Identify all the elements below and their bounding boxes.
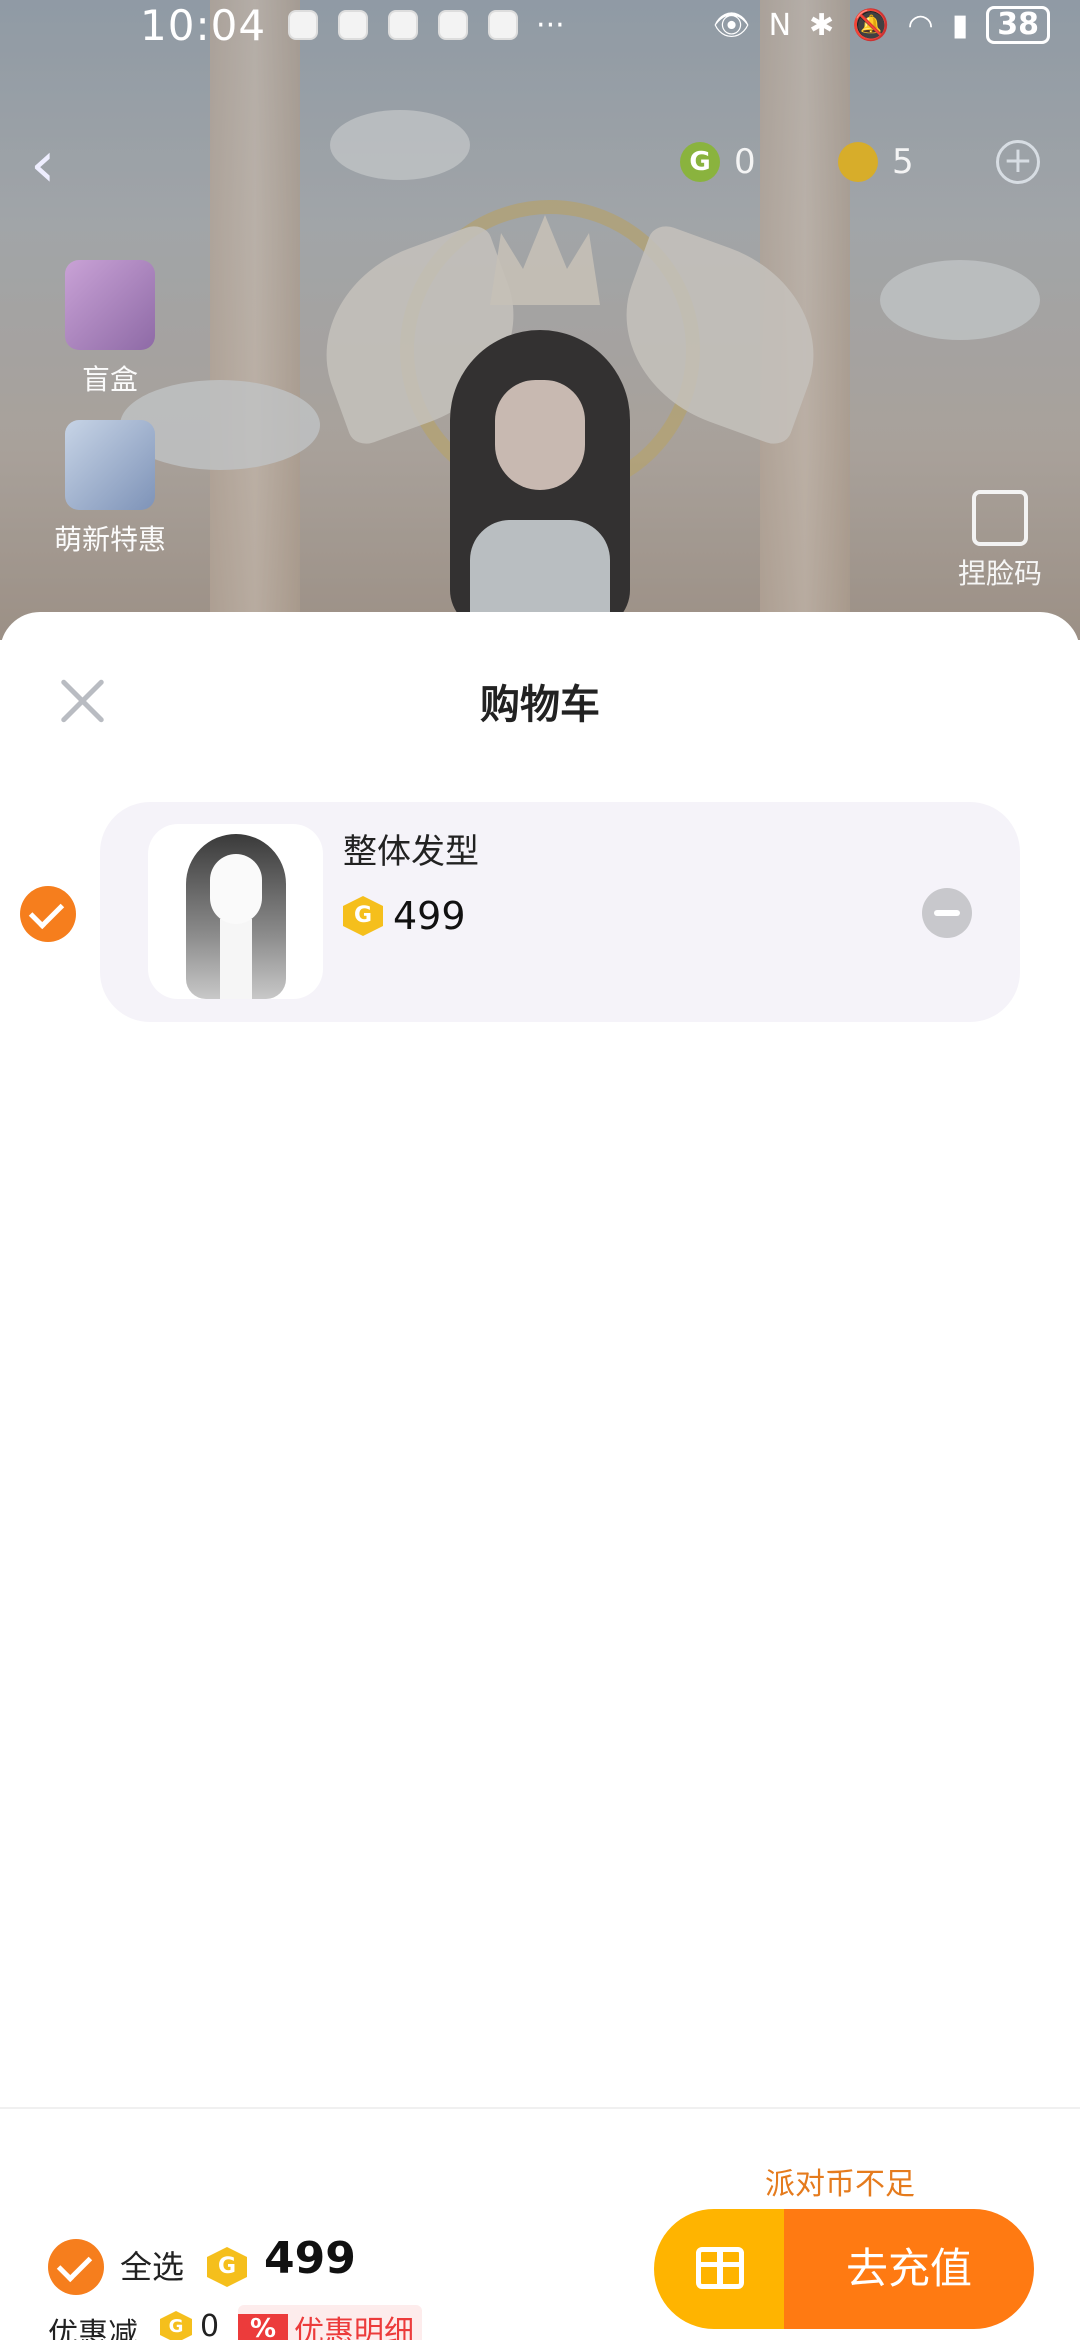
app-notification-icon bbox=[438, 10, 469, 40]
item-price-value: 499 bbox=[393, 894, 466, 938]
cart-item[interactable]: 整体发型 499 bbox=[100, 802, 1020, 1022]
app-notification-icon bbox=[488, 10, 519, 40]
green-coin-value: 0 bbox=[734, 142, 756, 182]
notification-icons bbox=[288, 10, 519, 40]
eye-icon: 👁 bbox=[712, 7, 751, 43]
recharge-button[interactable]: 去充值 bbox=[654, 2209, 1034, 2329]
select-all-label[interactable]: 全选 bbox=[120, 2239, 184, 2295]
app-notification-icon bbox=[288, 10, 319, 40]
remove-item-button[interactable] bbox=[922, 888, 972, 938]
blind-box-entry[interactable]: 盲盒 bbox=[50, 260, 170, 398]
status-bar: 10:04 ··· 👁 N ✱ 🔕 ◠ ▮ 38 bbox=[0, 0, 1080, 50]
cart-sheet: 购物车 整体发型 499 派对币不足 全选 499 优惠减 0 % 优惠明细 bbox=[0, 612, 1080, 2340]
face-code-label: 捏脸码 bbox=[957, 557, 1042, 590]
insufficient-coins-notice: 派对币不足 bbox=[765, 2167, 915, 2202]
currency-bar: G 0 5 + bbox=[680, 140, 1040, 184]
checkout-bar: 派对币不足 全选 499 优惠减 0 % 优惠明细 去充值 bbox=[0, 2107, 1080, 2340]
edit-icon bbox=[972, 490, 1028, 546]
percent-icon: % bbox=[238, 2314, 288, 2340]
recharge-label[interactable]: 去充值 bbox=[784, 2209, 1034, 2329]
item-name: 整体发型 bbox=[343, 832, 479, 872]
newbie-offer-entry[interactable]: 萌新特惠 bbox=[50, 420, 170, 558]
discount-detail-link[interactable]: % 优惠明细 bbox=[238, 2305, 422, 2340]
back-button[interactable]: ‹ bbox=[30, 130, 80, 200]
mute-icon: 🔕 bbox=[852, 7, 890, 43]
item-thumbnail bbox=[148, 824, 323, 999]
discount-label: 优惠减 bbox=[48, 2317, 138, 2340]
more-notifications-icon: ··· bbox=[536, 7, 565, 43]
total-price: 499 bbox=[264, 2233, 356, 2284]
bluetooth-icon: ✱ bbox=[809, 7, 835, 43]
newbie-offer-label: 萌新特惠 bbox=[53, 523, 166, 556]
gift-box-icon bbox=[65, 260, 155, 350]
face-code-entry[interactable]: 捏脸码 bbox=[950, 490, 1050, 592]
gift-icon bbox=[696, 2247, 744, 2289]
nfc-icon: N bbox=[768, 7, 792, 43]
add-currency-button[interactable]: + bbox=[996, 140, 1040, 184]
signal-icon: ▮ bbox=[951, 7, 969, 43]
discount-detail-label: 优惠明细 bbox=[294, 2315, 414, 2340]
newbie-offer-icon bbox=[65, 420, 155, 510]
coin-icon bbox=[160, 2311, 192, 2340]
battery-icon: 38 bbox=[986, 6, 1050, 44]
item-checkbox[interactable] bbox=[20, 886, 76, 942]
gold-coin-icon bbox=[838, 142, 878, 182]
green-coin-icon: G bbox=[680, 142, 720, 182]
wifi-icon: ◠ bbox=[907, 7, 934, 43]
status-time: 10:04 bbox=[140, 0, 267, 50]
status-icons: 👁 N ✱ 🔕 ◠ ▮ 38 bbox=[712, 6, 1050, 44]
app-notification-icon bbox=[338, 10, 369, 40]
gold-coin-value: 5 bbox=[892, 142, 914, 182]
coin-icon bbox=[343, 896, 383, 936]
blind-box-label: 盲盒 bbox=[81, 363, 138, 396]
item-price: 499 bbox=[343, 894, 466, 938]
select-all-checkbox[interactable] bbox=[48, 2239, 104, 2295]
discount-value: 0 bbox=[200, 2309, 220, 2340]
coin-icon bbox=[207, 2247, 247, 2287]
sheet-title: 购物车 bbox=[480, 682, 600, 728]
gift-button[interactable] bbox=[654, 2209, 784, 2329]
app-notification-icon bbox=[388, 10, 419, 40]
